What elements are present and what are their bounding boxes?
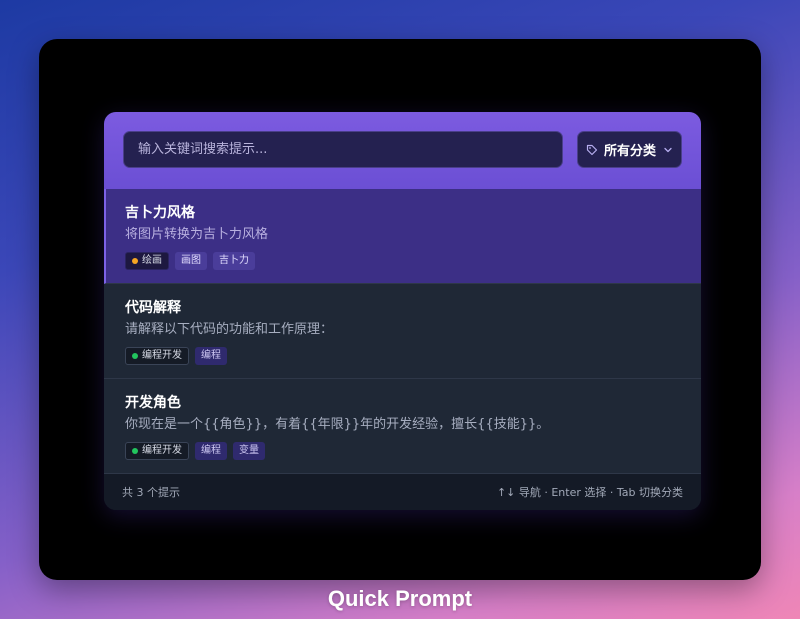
- prompt-tags: 绘画 画图 吉卜力: [125, 252, 680, 270]
- prompt-description: 你现在是一个{{角色}}，有着{{年限}}年的开发经验，擅长{{技能}}。: [125, 417, 550, 432]
- category-dot-icon: [132, 258, 138, 264]
- category-badge: 编程开发: [125, 347, 189, 365]
- quick-prompt-panel: 所有分类 吉卜力风格 将图片转换为吉卜力风格 绘画 画图 吉卜力 代码解释 请解…: [104, 112, 701, 510]
- category-select[interactable]: 所有分类: [577, 131, 682, 168]
- category-label: 编程开发: [142, 445, 182, 456]
- prompt-title: 吉卜力风格: [125, 205, 195, 221]
- search-input[interactable]: [123, 131, 563, 168]
- prompt-description: 将图片转换为吉卜力风格: [125, 227, 269, 242]
- search-bar: 所有分类: [104, 112, 701, 189]
- prompt-title: 开发角色: [125, 395, 181, 411]
- keyboard-hint: ↑↓ 导航 · Enter 选择 · Tab 切换分类: [496, 486, 683, 499]
- prompt-tags: 编程开发 编程: [125, 347, 680, 365]
- category-badge: 绘画: [125, 252, 169, 270]
- chevron-down-icon: [663, 145, 673, 155]
- tag: 变量: [233, 442, 265, 460]
- app-title: Quick Prompt: [327, 586, 473, 611]
- category-label: 编程开发: [142, 350, 182, 361]
- category-badge: 编程开发: [125, 442, 189, 460]
- prompt-description: 请解释以下代码的功能和工作原理：: [125, 322, 334, 337]
- prompt-item[interactable]: 吉卜力风格 将图片转换为吉卜力风格 绘画 画图 吉卜力: [104, 189, 701, 284]
- category-dot-icon: [132, 448, 138, 454]
- prompt-list: 吉卜力风格 将图片转换为吉卜力风格 绘画 画图 吉卜力 代码解释 请解释以下代码…: [104, 189, 701, 474]
- tag: 编程: [195, 347, 227, 365]
- prompt-title: 代码解释: [125, 300, 181, 316]
- category-select-label: 所有分类: [604, 144, 657, 159]
- tag: 吉卜力: [213, 252, 255, 270]
- category-label: 绘画: [142, 255, 162, 266]
- category-dot-icon: [132, 353, 138, 359]
- tag: 画图: [175, 252, 207, 270]
- tag-icon: [586, 144, 598, 156]
- prompt-count: 共 3 个提示: [122, 486, 180, 499]
- prompt-item[interactable]: 开发角色 你现在是一个{{角色}}，有着{{年限}}年的开发经验，擅长{{技能}…: [104, 379, 701, 474]
- prompt-item[interactable]: 代码解释 请解释以下代码的功能和工作原理： 编程开发 编程: [104, 284, 701, 379]
- tag: 编程: [195, 442, 227, 460]
- status-footer: 共 3 个提示 ↑↓ 导航 · Enter 选择 · Tab 切换分类: [104, 474, 701, 510]
- prompt-tags: 编程开发 编程 变量: [125, 442, 680, 460]
